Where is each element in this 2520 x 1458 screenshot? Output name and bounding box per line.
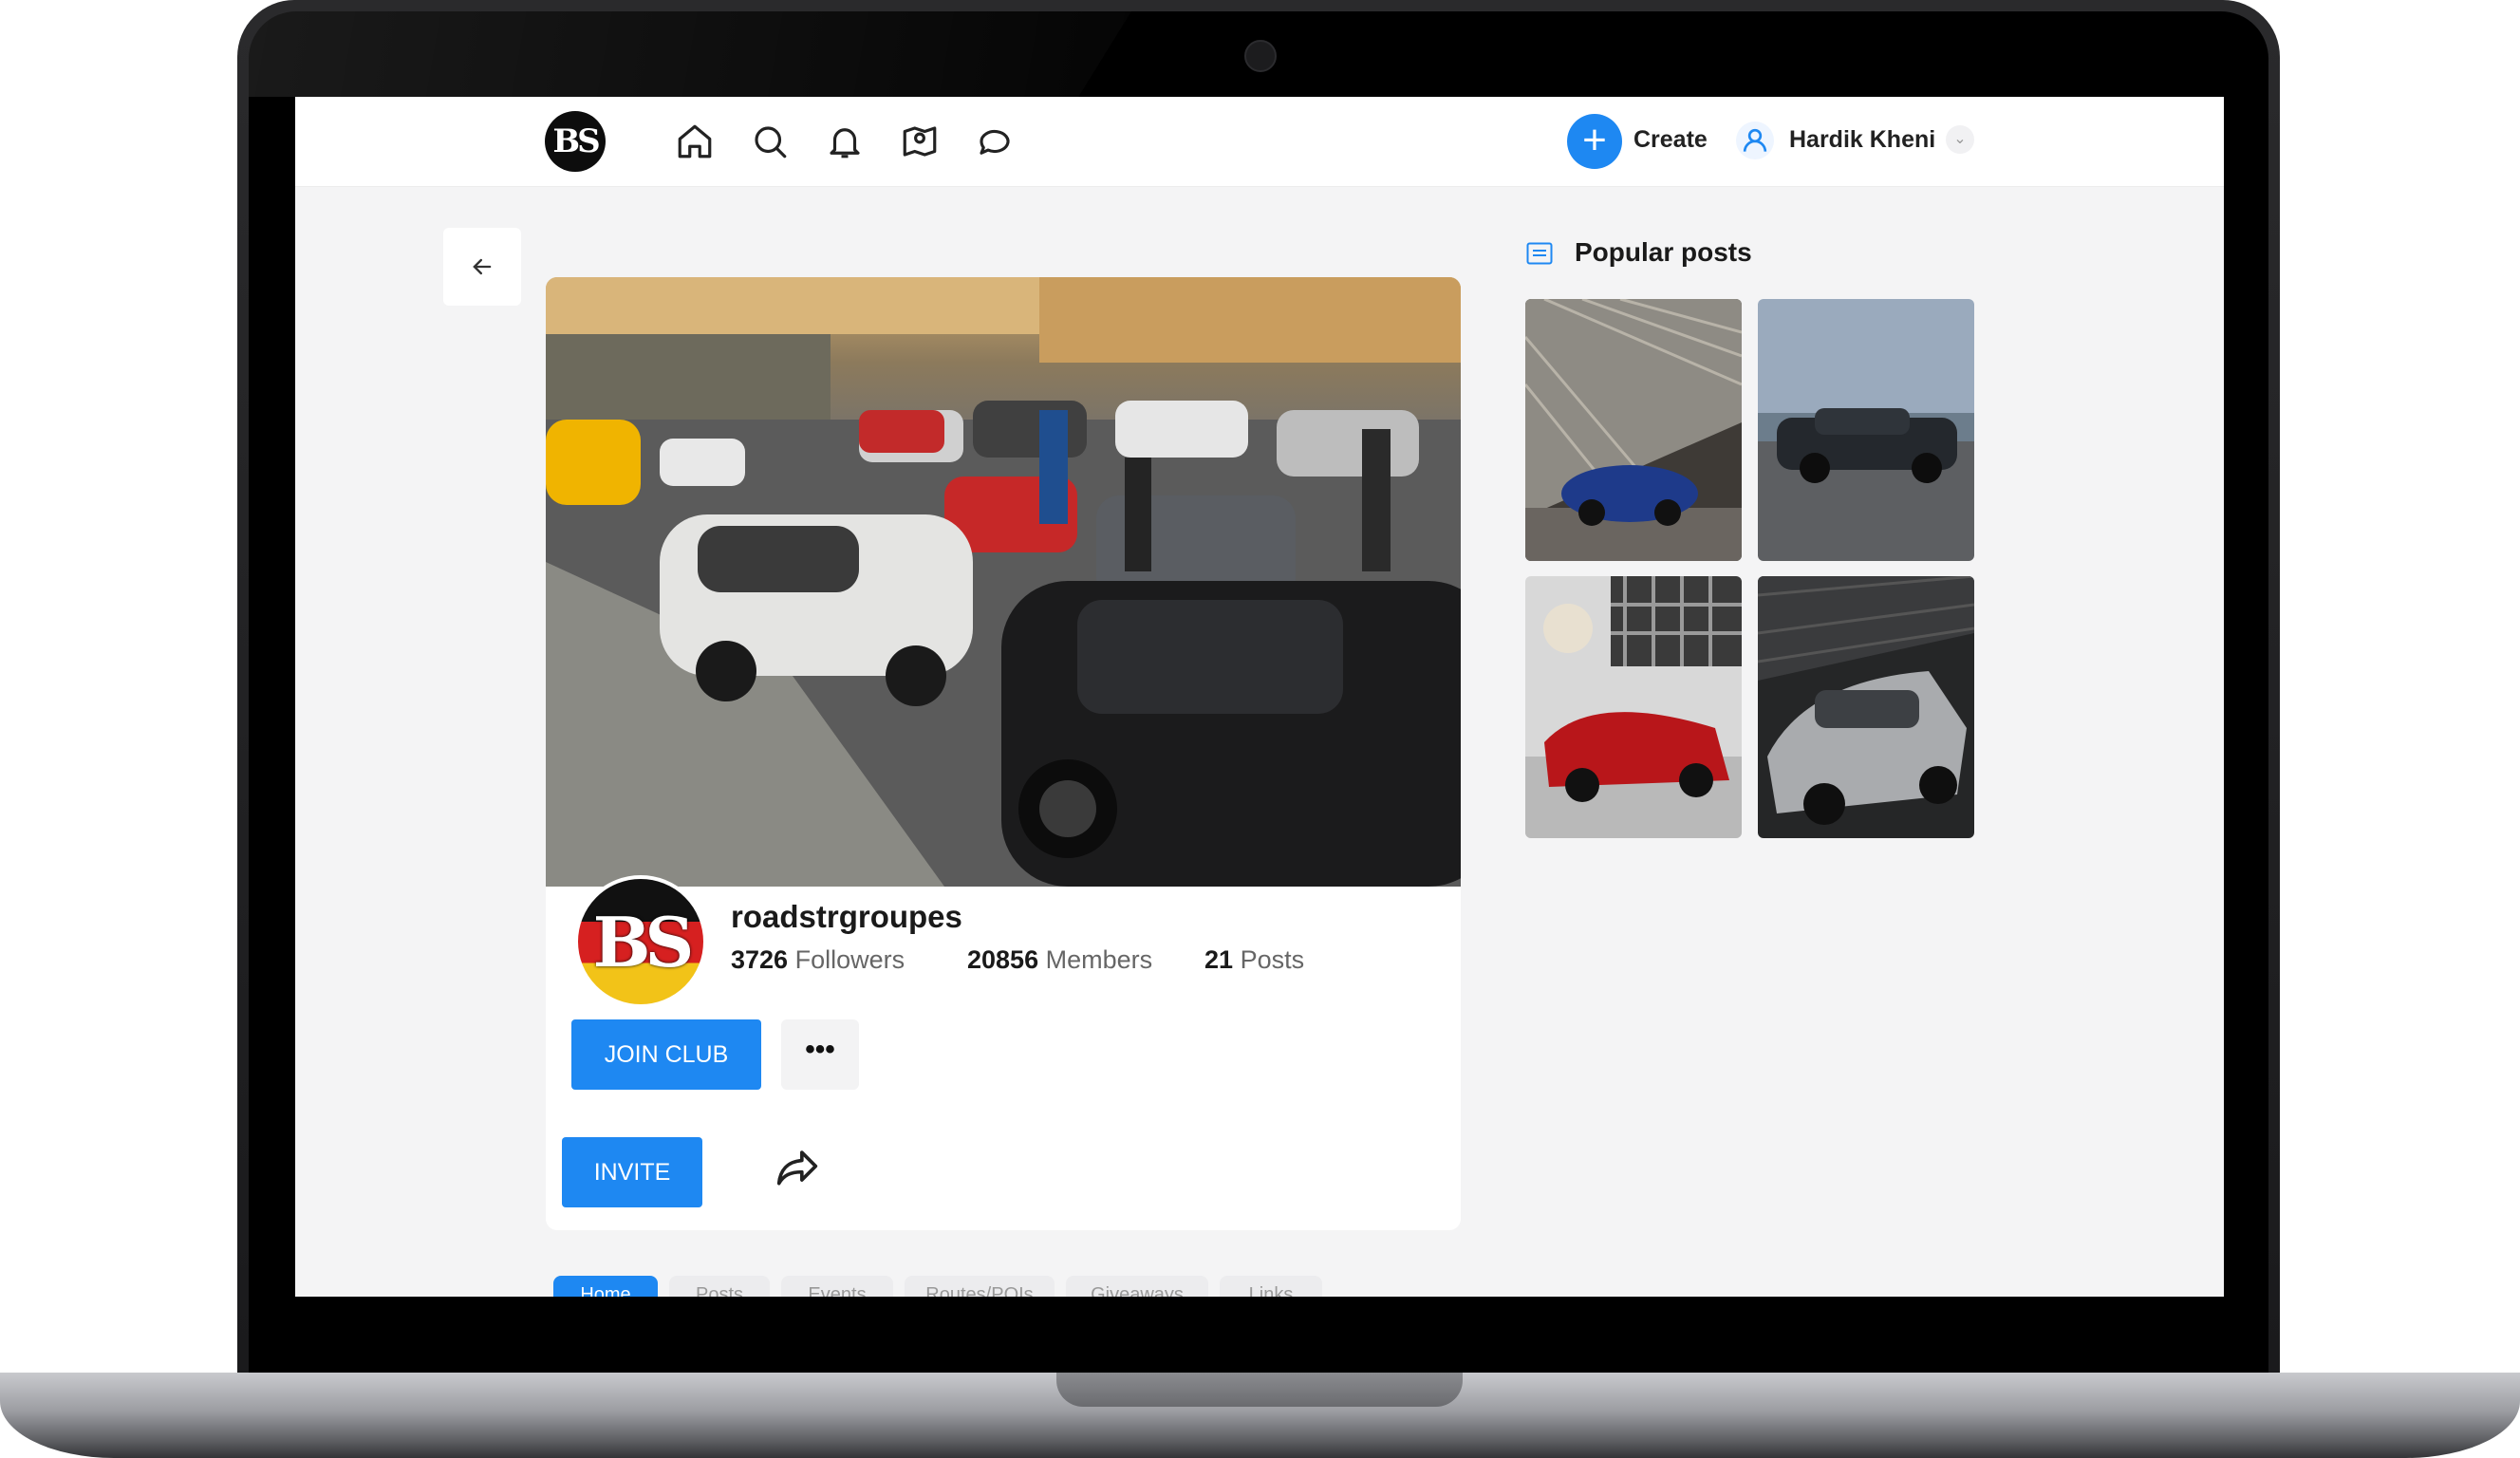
club-logo[interactable]: BS: [574, 875, 707, 1008]
popular-post-thumbnail[interactable]: [1525, 576, 1742, 838]
popular-posts-icon: [1526, 242, 1553, 265]
top-navigation: BS + Create Hardik Kheni ⌄: [295, 97, 2224, 187]
followers-stat[interactable]: 3726 Followers: [731, 945, 905, 975]
chat-icon[interactable]: [975, 122, 1015, 161]
tab-posts[interactable]: Posts: [669, 1276, 770, 1297]
camera-icon: [1244, 40, 1277, 72]
tab-home[interactable]: Home: [553, 1276, 658, 1297]
map-icon[interactable]: [900, 122, 940, 161]
home-icon[interactable]: [675, 122, 715, 161]
club-name: roadstrgroupes: [731, 899, 962, 934]
club-cover-image: [546, 277, 1461, 887]
app-logo[interactable]: BS: [545, 111, 606, 172]
club-card: BS roadstrgroupes 3726 Followers 20856 M…: [546, 277, 1461, 1230]
popular-post-thumbnail[interactable]: [1525, 299, 1742, 561]
back-button[interactable]: [443, 228, 521, 306]
create-label[interactable]: Create: [1633, 126, 1708, 154]
chevron-down-icon[interactable]: ⌄: [1946, 125, 1974, 154]
laptop-notch: [1056, 1373, 1463, 1407]
search-icon[interactable]: [750, 122, 790, 161]
share-icon[interactable]: [770, 1141, 825, 1196]
bezel-glare: [249, 11, 1131, 97]
join-club-button[interactable]: JOIN CLUB: [571, 1019, 761, 1090]
popular-posts-title: Popular posts: [1575, 237, 1752, 267]
user-name[interactable]: Hardik Kheni: [1789, 126, 1935, 154]
invite-button[interactable]: INVITE: [562, 1137, 702, 1207]
tab-giveaways[interactable]: Giveaways: [1066, 1276, 1208, 1297]
bell-icon[interactable]: [825, 122, 865, 161]
user-avatar[interactable]: [1736, 122, 1774, 159]
more-options-button[interactable]: •••: [781, 1019, 859, 1090]
create-button[interactable]: +: [1567, 114, 1622, 169]
tab-routes-pois[interactable]: Routes/POIs: [905, 1276, 1055, 1297]
car-meet-photo: [546, 277, 1461, 887]
popular-post-thumbnail[interactable]: [1758, 576, 1974, 838]
tab-events[interactable]: Events: [781, 1276, 893, 1297]
app-screen: BS + Create Hardik Kheni ⌄ BS roadstrgro…: [295, 97, 2224, 1297]
popular-post-thumbnail[interactable]: [1758, 299, 1974, 561]
posts-stat[interactable]: 21 Posts: [1204, 945, 1304, 975]
members-stat[interactable]: 20856 Members: [967, 945, 1152, 975]
tab-links[interactable]: Links: [1220, 1276, 1322, 1297]
